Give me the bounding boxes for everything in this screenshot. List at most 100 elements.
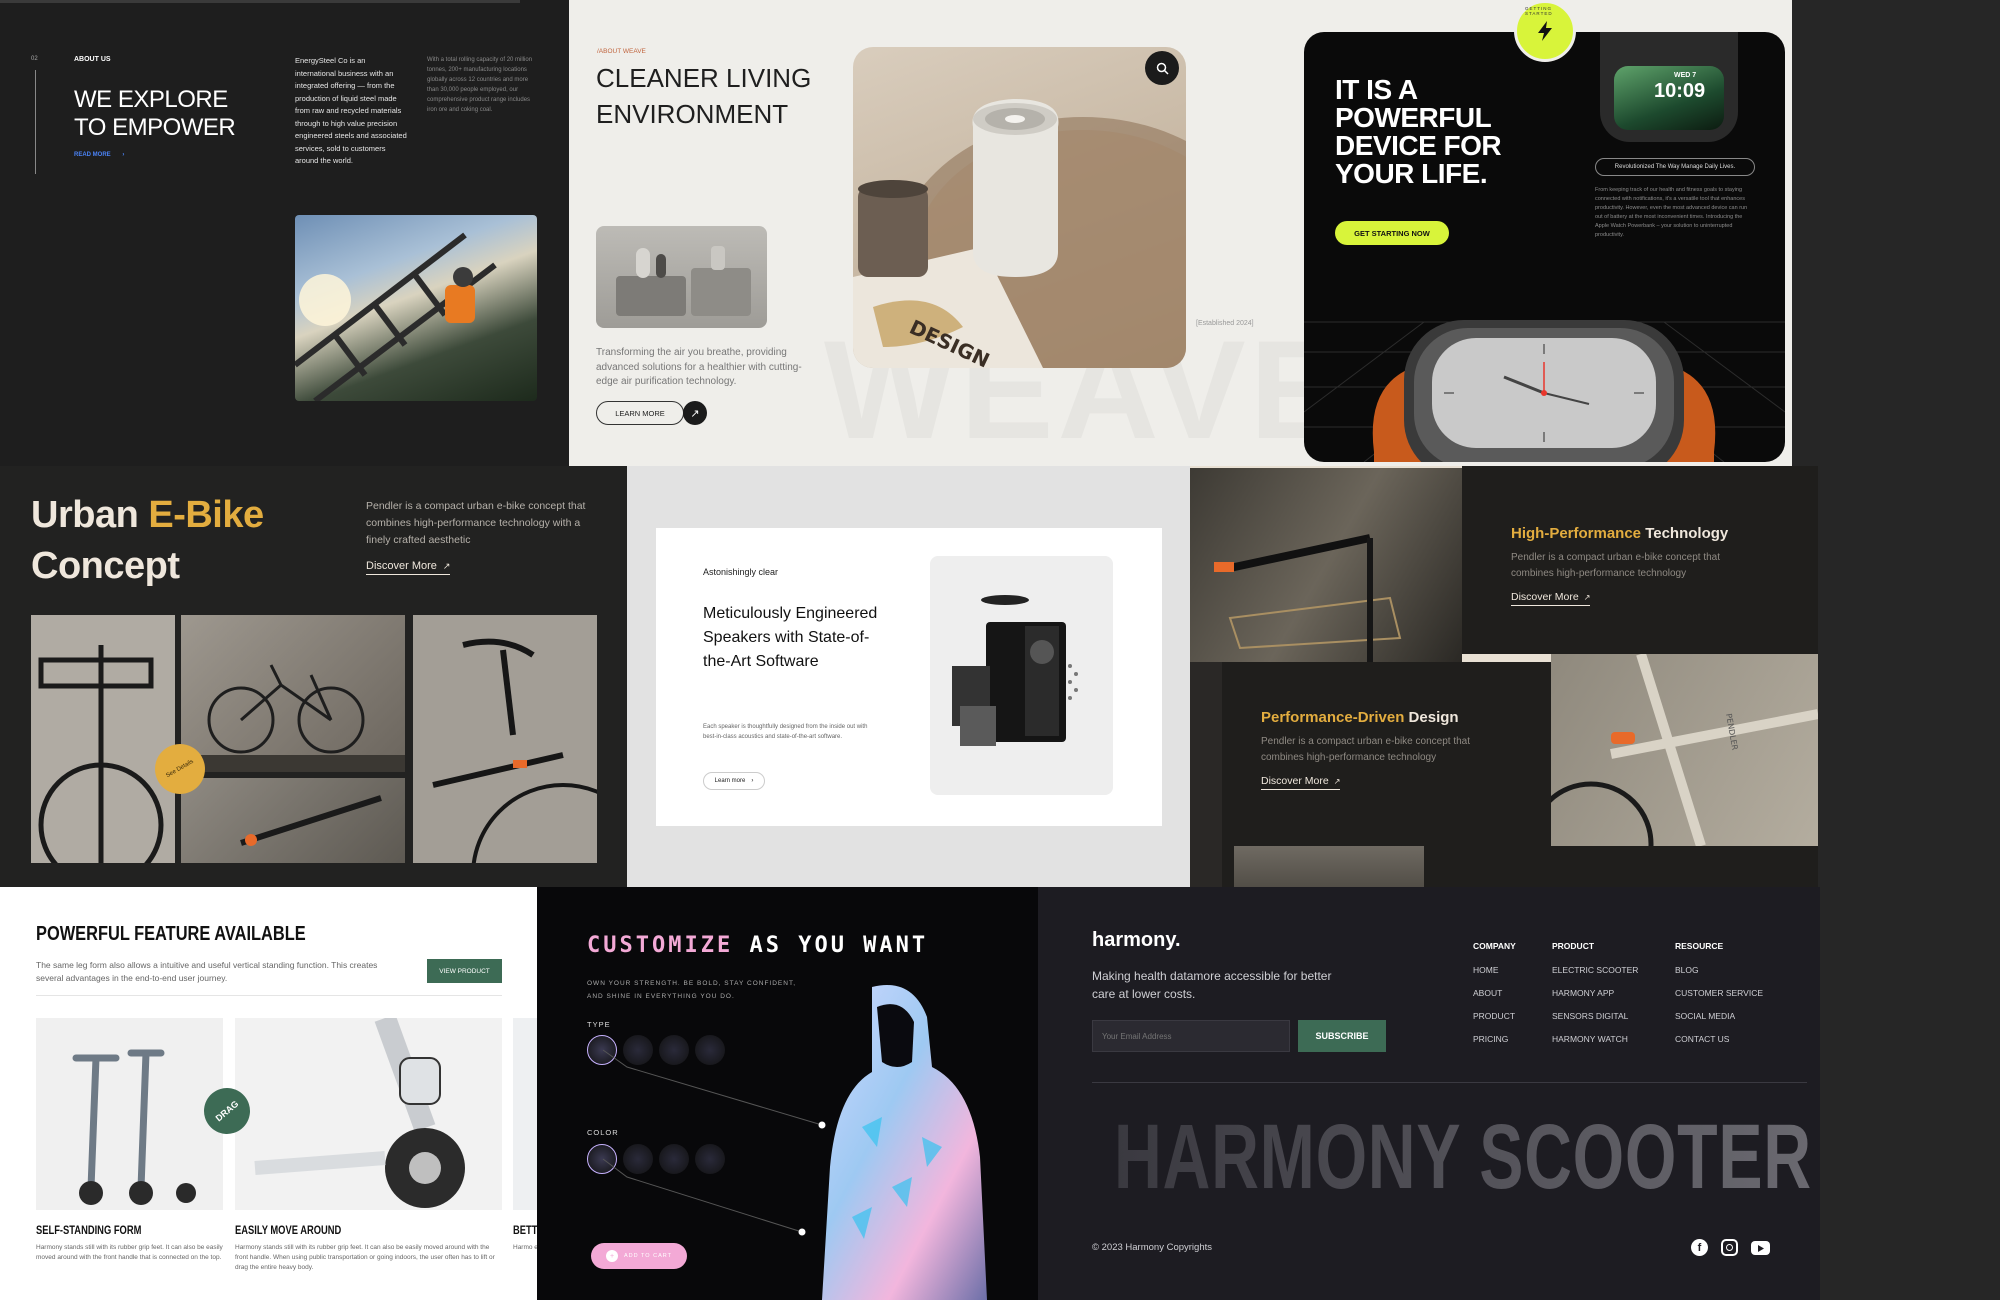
hero-title: WE EXPLORE TO EMPOWER	[74, 86, 236, 142]
bike-photo-3	[181, 778, 405, 863]
hero-title-line2: TO EMPOWER	[74, 114, 236, 141]
footer-link-sensors-digital[interactable]: SENSORS DIGITAL	[1552, 1011, 1638, 1034]
copyright-text: 2023 Harmony Copyrights	[1101, 1242, 1212, 1253]
read-more-link[interactable]: READ MORE ›	[74, 152, 124, 158]
email-input-box[interactable]	[1092, 1020, 1290, 1052]
youtube-icon[interactable]	[1751, 1241, 1770, 1255]
item3-title: BETTE	[513, 1223, 537, 1237]
card2-description: Pendler is a compact urban e-bike concep…	[1261, 736, 1471, 763]
card1-title: High-Performance Technology	[1511, 525, 1728, 542]
view-product-label: VIEW PRODUCT	[439, 967, 490, 975]
facebook-icon[interactable]: f	[1691, 1239, 1708, 1256]
hooded-figure-graphic	[822, 985, 987, 1300]
pendler-tile: High-Performance Technology Pendler is a…	[1190, 466, 1818, 887]
tagline-pill-label: Revolutionized The Way Manage Daily Live…	[1614, 164, 1736, 170]
learn-more-label: LEARN MORE	[615, 408, 665, 418]
stats-text: With a total rolling capacity of 20 mill…	[427, 57, 533, 113]
search-icon[interactable]	[1145, 51, 1179, 85]
vases-thumbnail	[596, 226, 767, 328]
card1-discover-link[interactable]: Discover More ↗	[1511, 591, 1591, 606]
scooter-feature-tile: POWERFUL FEATURE AVAILABLE The same leg …	[0, 887, 537, 1300]
lightning-icon	[1538, 21, 1552, 41]
steel-structure-graphic	[295, 232, 497, 401]
search-glyph	[1156, 62, 1169, 75]
ebike-title: Urban E-Bike Concept	[31, 490, 264, 592]
copyright: © 2023 Harmony Copyrights	[1092, 1242, 1212, 1253]
add-to-cart-label: ADD TO CART	[624, 1253, 672, 1259]
divider	[36, 995, 502, 996]
footer-link-harmony-app[interactable]: HARMONY APP	[1552, 988, 1638, 1011]
view-product-button[interactable]: VIEW PRODUCT	[427, 959, 502, 983]
discover-more-link[interactable]: Discover More ↗	[366, 560, 451, 575]
footer-column-resource: RESOURCE BLOG CUSTOMER SERVICE SOCIAL ME…	[1675, 941, 1763, 1057]
cart-icon: +	[606, 1250, 618, 1262]
card2-title-rest: Design	[1404, 709, 1459, 726]
card1-title-rest: Technology	[1641, 525, 1729, 542]
learn-more-button[interactable]: Learn more ›	[703, 772, 765, 790]
weave-tile: WEAVE /ABOUT WEAVE CLEANER LIVING ENVIRO…	[569, 0, 1304, 466]
section-number: 02	[31, 56, 38, 62]
learn-more-button[interactable]: LEARN MORE	[596, 401, 684, 425]
add-to-cart-pill[interactable]: + ADD TO CART	[591, 1243, 687, 1269]
scooter-standing-graphic	[72, 1049, 196, 1205]
item1-title: SELF-STANDING FORM	[36, 1223, 142, 1237]
bike-frame-graphic: PENDLER	[1551, 654, 1818, 846]
arrow-up-right-icon: ↗	[442, 561, 451, 571]
speakers-title: Meticulously Engineered Speakers with St…	[703, 605, 878, 670]
feature-subtitle: The same leg form also allows a intuitiv…	[36, 960, 378, 983]
email-input[interactable]	[1102, 1031, 1282, 1041]
card1-description: Pendler is a compact urban e-bike concep…	[1511, 552, 1721, 579]
bike-photo-4	[413, 615, 597, 863]
handlebar-graphic	[1214, 534, 1402, 662]
footer-link-blog[interactable]: BLOG	[1675, 965, 1763, 988]
get-started-button[interactable]: GET STARTING NOW	[1335, 221, 1449, 245]
instagram-lens	[1726, 1244, 1733, 1251]
instagram-icon[interactable]	[1721, 1239, 1738, 1256]
scooter-wheel-graphic	[254, 1018, 465, 1208]
card2-discover-link[interactable]: Discover More ↗	[1261, 775, 1341, 790]
footer-column-product: PRODUCT ELECTRIC SCOOTER HARMONY APP SEN…	[1552, 941, 1638, 1057]
energysteel-tile: 02 ABOUT US WE EXPLORE TO EMPOWER READ M…	[0, 0, 569, 466]
subscribe-button[interactable]: SUBSCRIBE	[1298, 1020, 1386, 1052]
bike-saddle-graphic	[432, 638, 597, 863]
footer-link-about[interactable]: ABOUT	[1473, 988, 1516, 1011]
product-heading: PRODUCT	[1552, 941, 1595, 951]
hero-title-line1: CLEANER LIVING	[596, 63, 812, 93]
arrow-up-right-icon[interactable]: ↗	[683, 401, 707, 425]
screen-time: 10:09	[1654, 80, 1706, 102]
section-label: ABOUT US	[74, 56, 111, 63]
card1-title-accent: High-Performance	[1511, 525, 1642, 542]
footer-link-home[interactable]: HOME	[1473, 965, 1516, 988]
chevron-right-icon: ›	[751, 778, 754, 784]
feature-title: POWERFUL FEATURE AVAILABLE	[36, 923, 306, 945]
item3-description: Harmo easily front	[513, 1244, 537, 1251]
getting-started-badge[interactable]: GETTING STARTED	[1514, 0, 1576, 62]
hero-title: CLEANER LIVING ENVIRONMENT	[596, 60, 811, 132]
title-line3: DEVICE FOR	[1335, 130, 1502, 161]
badge-text: GETTING STARTED	[1525, 6, 1553, 16]
copyright-icon: ©	[1092, 1242, 1102, 1253]
eyebrow-label: /ABOUT WEAVE	[597, 48, 646, 55]
harmony-tagline: Making health datamore accessible for be…	[1092, 969, 1332, 1001]
speakers-tile: Astonishingly clear Meticulously Enginee…	[627, 466, 1190, 887]
hooded-figure-image	[802, 977, 987, 1300]
resource-heading: RESOURCE	[1675, 941, 1724, 951]
footer-link-social-media[interactable]: SOCIAL MEDIA	[1675, 1011, 1763, 1034]
footer-link-pricing[interactable]: PRICING	[1473, 1034, 1516, 1057]
handlebar-photo	[1190, 468, 1462, 662]
arrow-up-right-icon: ↗	[1333, 777, 1341, 786]
scooter-photo-3	[513, 1018, 537, 1210]
vertical-divider	[35, 70, 36, 174]
bike-side-graphic	[181, 664, 405, 772]
footer-link-electric-scooter[interactable]: ELECTRIC SCOOTER	[1552, 965, 1638, 988]
footer-link-contact-us[interactable]: CONTACT US	[1675, 1034, 1763, 1057]
subscribe-label: SUBSCRIBE	[1315, 1031, 1369, 1041]
speakers-description: Each speaker is thoughtfully designed fr…	[703, 724, 868, 740]
footer-link-customer-service[interactable]: CUSTOMER SERVICE	[1675, 988, 1763, 1011]
card1-discover-label: Discover More	[1511, 591, 1579, 603]
steel-worker-photo	[295, 215, 537, 401]
footer-link-product[interactable]: PRODUCT	[1473, 1011, 1516, 1034]
bike-photo-2	[181, 615, 405, 772]
harmony-logo[interactable]: harmony.	[1092, 929, 1181, 952]
footer-link-harmony-watch[interactable]: HARMONY WATCH	[1552, 1034, 1638, 1057]
